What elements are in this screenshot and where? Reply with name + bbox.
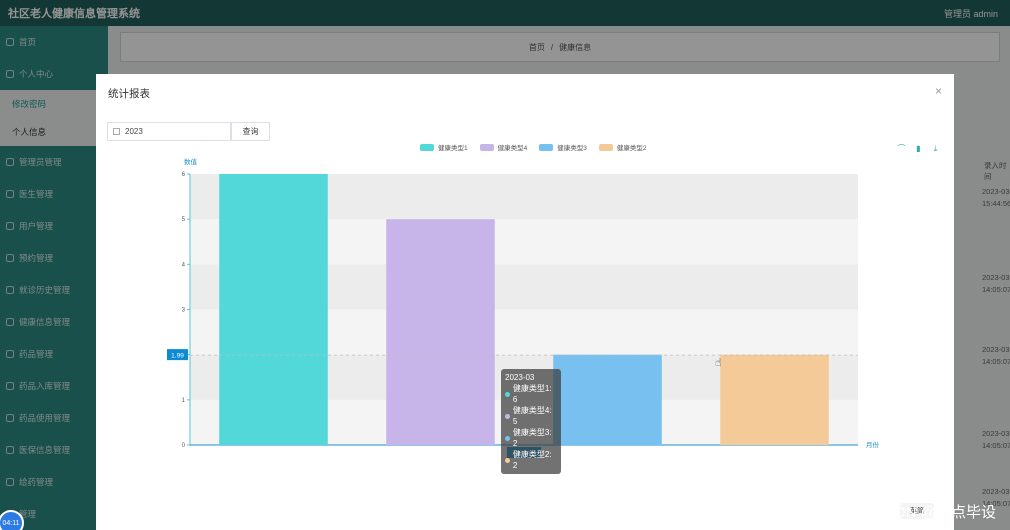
- tooltip-dot: [505, 435, 510, 441]
- y-tick-label: 6: [182, 172, 186, 178]
- watermark: CSDN @一点毕设: [874, 504, 996, 521]
- hand-cursor-icon: ☝: [715, 357, 722, 369]
- y-tick-label: 0: [182, 443, 186, 449]
- tooltip-title: 2023-03: [505, 373, 535, 382]
- y-tick-label: 4: [182, 262, 186, 268]
- tooltip-dot: [505, 457, 510, 463]
- bar: [553, 354, 662, 445]
- chart-tooltip: 2023-03 健康类型1: 6 健康类型4: 5 健康类型3: 2 健康类型2…: [501, 369, 561, 474]
- tooltip-row: 健康类型2: 2: [505, 449, 557, 471]
- tooltip-row: 健康类型3: 2: [505, 427, 557, 449]
- y-tick-label: 3: [182, 308, 186, 314]
- y-tick-label: 5: [182, 217, 186, 223]
- pointer-value-label: 1.99: [171, 353, 184, 360]
- y-tick-label: 1: [182, 398, 186, 404]
- tooltip-dot: [505, 391, 510, 397]
- x-axis-label: 月份: [866, 440, 880, 449]
- stats-report-dialog: 统计报表 × 2023 查询 健康类型1 健康类型4 健康类型3 健康类型2 ⌒…: [96, 74, 954, 530]
- bar: [720, 354, 829, 445]
- bar: [386, 219, 495, 445]
- y-axis-label: 数值: [184, 157, 198, 166]
- tooltip-row: 健康类型1: 6: [505, 383, 557, 405]
- tooltip-dot: [505, 413, 510, 419]
- bar: [219, 174, 328, 445]
- tooltip-row: 健康类型4: 5: [505, 405, 557, 427]
